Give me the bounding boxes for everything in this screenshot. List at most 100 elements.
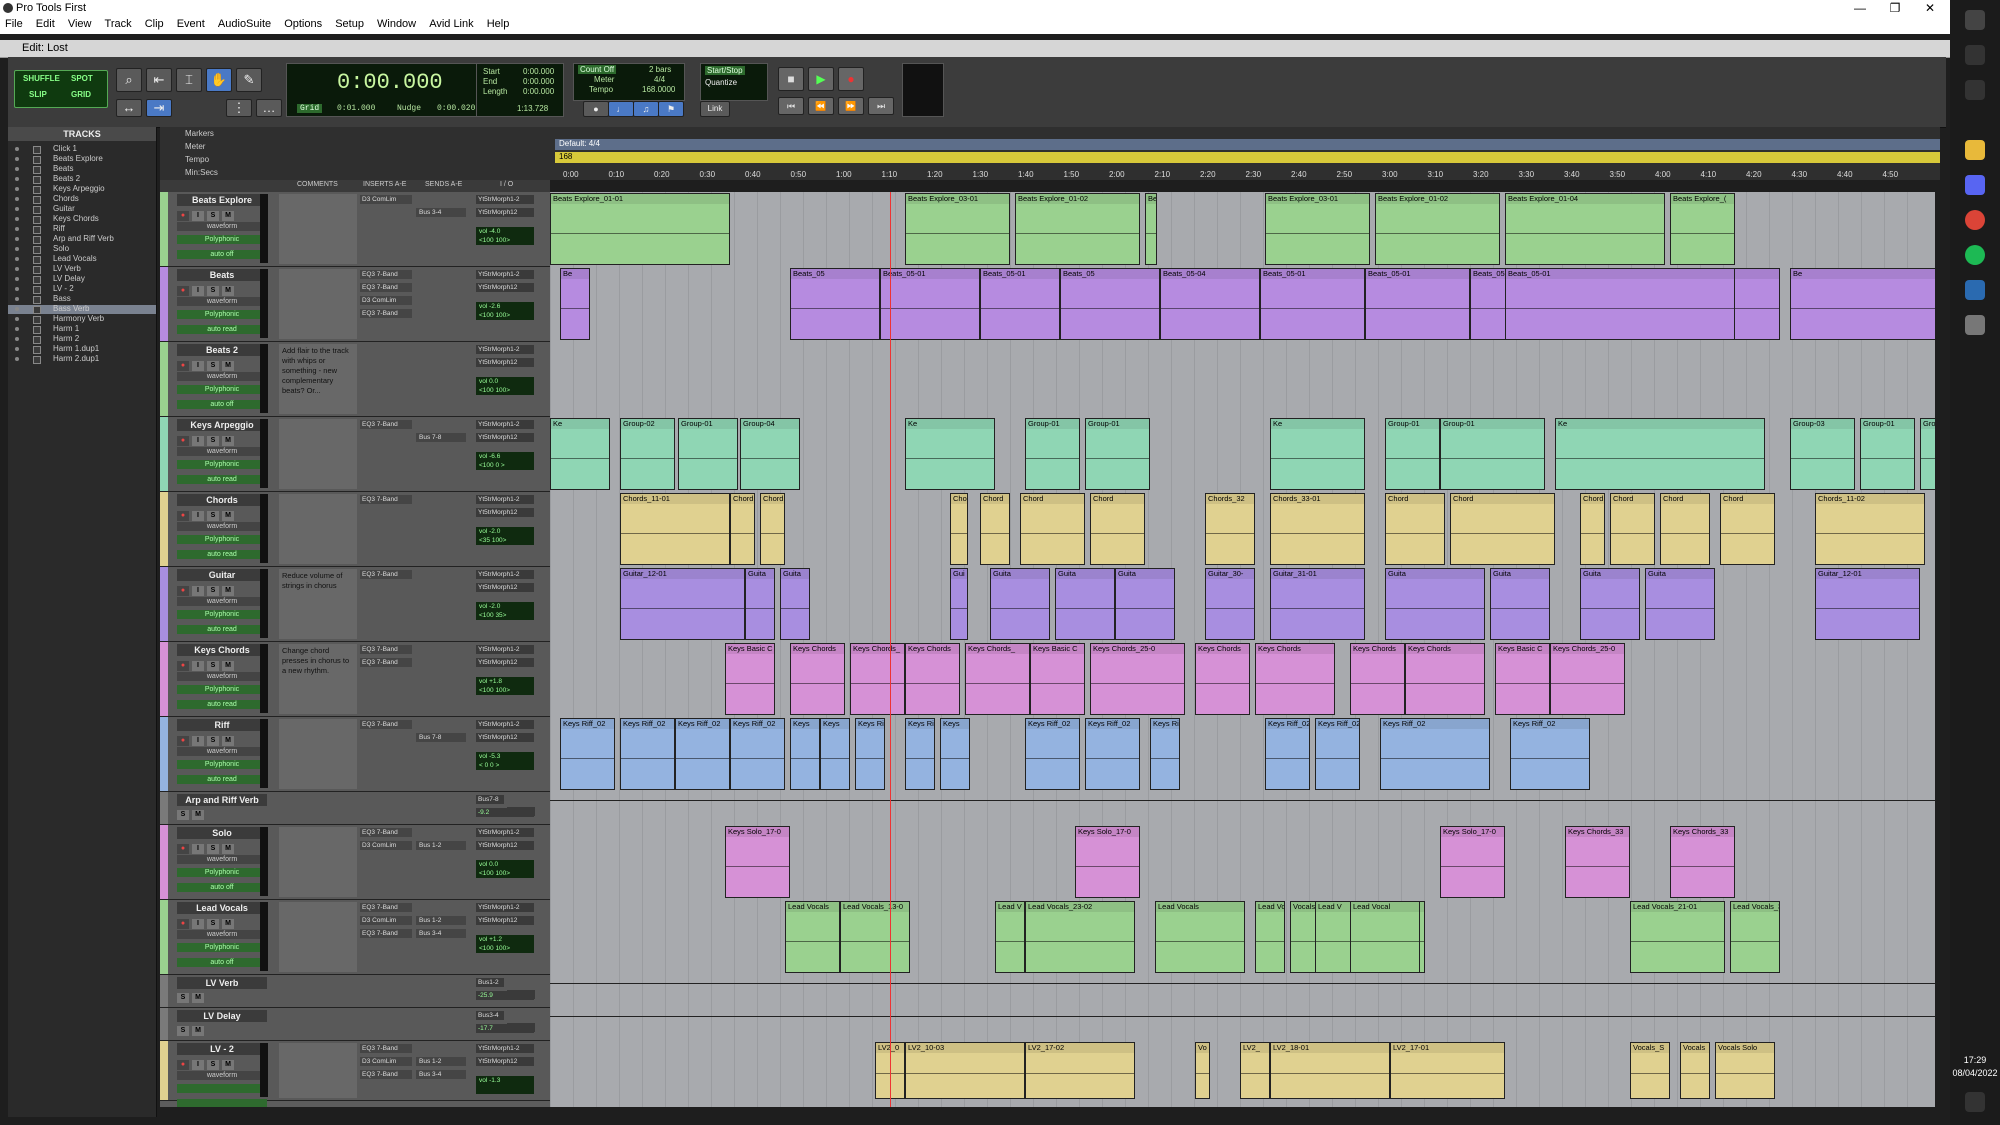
- spotify-icon[interactable]: [1965, 245, 1985, 265]
- insert-slot[interactable]: EQ3 7-Band: [360, 1070, 412, 1079]
- track-comments[interactable]: [279, 1043, 357, 1098]
- audio-clip[interactable]: Chord: [1660, 493, 1710, 565]
- track-view-selector[interactable]: waveform: [177, 855, 267, 864]
- audio-clip[interactable]: Group-01: [1385, 418, 1440, 490]
- insert-slot[interactable]: EQ3 7-Band: [360, 658, 412, 667]
- mode-spot[interactable]: SPOT: [71, 74, 93, 83]
- insert-slot[interactable]: D3 ComLim: [360, 1057, 412, 1066]
- mute-button[interactable]: M: [222, 286, 234, 296]
- io-selector[interactable]: Yt5trMorph12: [476, 283, 534, 292]
- trim-tool-icon[interactable]: ⇤: [146, 68, 172, 92]
- automation-mode-selector[interactable]: auto off: [177, 883, 267, 892]
- selector-tool-icon[interactable]: ⌶: [176, 68, 202, 92]
- audio-clip[interactable]: Ke: [905, 418, 995, 490]
- mute-button[interactable]: M: [222, 436, 234, 446]
- solo-button[interactable]: S: [177, 1026, 189, 1036]
- elastic-audio-selector[interactable]: Polyphonic: [177, 943, 267, 952]
- audio-clip[interactable]: Keys Solo_17-0: [1440, 826, 1505, 898]
- mute-button[interactable]: M: [222, 361, 234, 371]
- audio-clip[interactable]: Guita: [1385, 568, 1485, 640]
- audio-clip[interactable]: Lead Vocals_35-02: [1730, 901, 1780, 973]
- maximize-button[interactable]: ❐: [1880, 0, 1910, 16]
- mode-shuffle[interactable]: SHUFFLE: [23, 74, 60, 83]
- audio-clip[interactable]: Beats Explore_(: [1670, 193, 1735, 265]
- audio-clip[interactable]: Keys Riff_02: [560, 718, 615, 790]
- return-to-zero-button[interactable]: ⏮: [778, 97, 804, 115]
- audio-clip[interactable]: Beats Explore_01-02: [1375, 193, 1500, 265]
- send-slot[interactable]: Bus 7-8: [416, 733, 466, 742]
- track-comments[interactable]: Change chord presses in chorus to a new …: [279, 644, 357, 714]
- input-monitor-button[interactable]: I: [192, 211, 204, 221]
- insert-slot[interactable]: EQ3 7-Band: [360, 1044, 412, 1053]
- elastic-audio-selector[interactable]: Polyphonic: [177, 868, 267, 877]
- audio-clip[interactable]: Keys Chords_: [965, 643, 1030, 715]
- insert-slot[interactable]: EQ3 7-Band: [360, 270, 412, 279]
- audio-clip[interactable]: Group-01: [678, 418, 738, 490]
- audio-clip[interactable]: Cho: [950, 493, 968, 565]
- audio-clip[interactable]: LV2_17-01: [1390, 1042, 1505, 1099]
- insert-slot[interactable]: EQ3 7-Band: [360, 283, 412, 292]
- app-icon-blue[interactable]: [1965, 280, 1985, 300]
- audio-clip[interactable]: Keys Riff_02: [905, 718, 935, 790]
- zoom-toggle-icon[interactable]: ↔: [116, 99, 142, 117]
- menu-track[interactable]: Track: [100, 16, 137, 32]
- automation-mode-selector[interactable]: auto read: [177, 700, 267, 709]
- audio-clip[interactable]: Keys Chords_25-0: [1090, 643, 1185, 715]
- stop-button[interactable]: ■: [778, 67, 804, 91]
- show-hide-dot-icon[interactable]: [15, 267, 19, 271]
- menu-avid-link[interactable]: Avid Link: [424, 16, 478, 32]
- audio-clip[interactable]: Be: [1145, 193, 1157, 265]
- show-hide-dot-icon[interactable]: [15, 217, 19, 221]
- track-header[interactable]: Solo ● I S Mwaveform Polyphonic auto off EQ3 7-…: [160, 825, 550, 900]
- link-timeline-icon[interactable]: ⋮: [226, 99, 252, 117]
- io-selector[interactable]: Bus7-8: [476, 795, 504, 804]
- automation-mode-selector[interactable]: auto off: [177, 400, 267, 409]
- conductor-icon[interactable]: ⚑: [658, 101, 684, 117]
- mode-slip[interactable]: SLIP: [29, 90, 47, 99]
- audio-clip[interactable]: Chord: [1020, 493, 1085, 565]
- solo-button[interactable]: S: [207, 1060, 219, 1070]
- audio-clip[interactable]: Beats_05-01: [880, 268, 980, 340]
- io-selector[interactable]: Yt5trMorph1-2: [476, 645, 534, 654]
- track-view-selector[interactable]: waveform: [177, 222, 267, 231]
- audio-clip[interactable]: Group-01: [1025, 418, 1080, 490]
- audio-clip[interactable]: Group-01: [1085, 418, 1150, 490]
- audio-clip[interactable]: Chords_32: [1205, 493, 1255, 565]
- send-slot[interactable]: Bus 3-4: [416, 929, 466, 938]
- solo-button[interactable]: S: [207, 736, 219, 746]
- discord-icon[interactable]: [1965, 175, 1985, 195]
- tempo-value[interactable]: 168.0000: [642, 85, 675, 94]
- audio-clip[interactable]: Group-01: [1440, 418, 1545, 490]
- track-list-item[interactable]: Lead Vocals: [8, 254, 156, 264]
- audio-clip[interactable]: Group-02: [620, 418, 675, 490]
- audio-clip[interactable]: Chords_11-01: [620, 493, 730, 565]
- track-header[interactable]: Beats 2 ● I S Mwaveform Polyphonic auto off Add…: [160, 342, 550, 417]
- track-comments[interactable]: [279, 419, 357, 489]
- menu-help[interactable]: Help: [482, 16, 515, 32]
- track-list-item[interactable]: Keys Arpeggio: [8, 184, 156, 194]
- audio-clip[interactable]: Keys Riff_02: [1315, 718, 1360, 790]
- track-header[interactable]: LV - 2 ● I S Mwaveform EQ3 7-Band D3 ComLim EQ3…: [160, 1041, 550, 1107]
- audio-clip[interactable]: Keys Chords_: [850, 643, 905, 715]
- solo-button[interactable]: S: [177, 993, 189, 1003]
- metronome-icon[interactable]: ♩: [608, 101, 634, 117]
- audio-clip[interactable]: Lead Vocals_21-01: [1630, 901, 1725, 973]
- io-selector[interactable]: Yt5trMorph12: [476, 1057, 534, 1066]
- track-list-item[interactable]: Riff: [8, 224, 156, 234]
- track-comments[interactable]: Reduce volume of strings in chorus: [279, 569, 357, 639]
- insert-slot[interactable]: D3 ComLim: [360, 841, 412, 850]
- track-header[interactable]: Riff ● I S Mwaveform Polyphonic auto read EQ3 7…: [160, 717, 550, 792]
- menu-window[interactable]: Window: [372, 16, 421, 32]
- automation-mode-selector[interactable]: auto read: [177, 550, 267, 559]
- audio-clip[interactable]: Vo: [1195, 1042, 1210, 1099]
- volume-automation-line[interactable]: [550, 983, 1935, 984]
- audio-clip[interactable]: Chord: [980, 493, 1010, 565]
- zoom-tool-icon[interactable]: ⌕: [116, 68, 142, 92]
- fast-forward-button[interactable]: ⏩: [838, 97, 864, 115]
- solo-button[interactable]: S: [207, 844, 219, 854]
- track-list-item[interactable]: Harm 2.dup1: [8, 354, 156, 364]
- io-selector[interactable]: Yt5trMorph12: [476, 508, 534, 517]
- track-list-item[interactable]: Bass: [8, 294, 156, 304]
- audio-clip[interactable]: Guita: [1055, 568, 1115, 640]
- record-enable-button[interactable]: ●: [177, 361, 189, 371]
